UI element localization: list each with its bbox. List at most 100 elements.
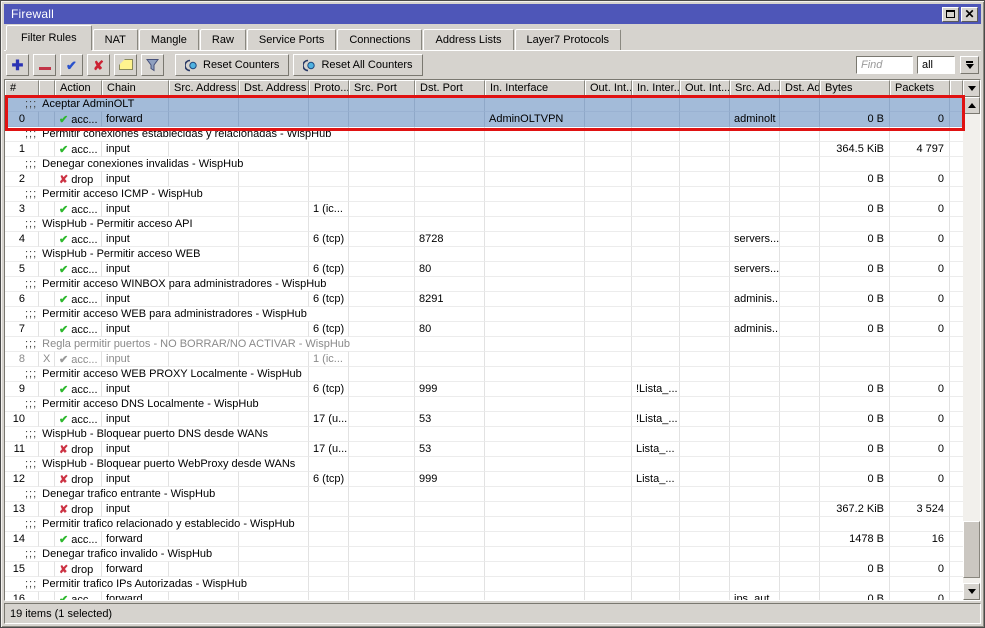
maximize-button[interactable] xyxy=(942,7,959,22)
scroll-down-button[interactable] xyxy=(963,583,980,600)
rule-row[interactable]: 9✔acc...input6 (tcp)999!Lista_...0 B0 xyxy=(5,382,963,397)
close-button[interactable]: ✕ xyxy=(961,7,978,22)
find-input[interactable] xyxy=(856,56,913,74)
column-header-action[interactable]: Action xyxy=(55,80,102,97)
cell-out_int xyxy=(585,547,632,562)
rule-row[interactable]: 7✔acc...input6 (tcp)80adminis...0 B0 xyxy=(5,322,963,337)
reset-all-counters-button[interactable]: Reset All Counters xyxy=(293,54,422,76)
disable-button[interactable]: ✘ xyxy=(87,54,110,76)
filter-scope-select[interactable]: all xyxy=(917,56,955,74)
cell-out_int xyxy=(585,292,632,307)
cell-chain: input xyxy=(102,442,169,457)
comment-row[interactable]: ;;;Denegar conexiones invalidas - WispHu… xyxy=(5,157,963,172)
column-header-src_port[interactable]: Src. Port xyxy=(349,80,415,97)
column-header-dst_address[interactable]: Dst. Address xyxy=(239,80,309,97)
enable-button[interactable]: ✔ xyxy=(60,54,83,76)
comment-row[interactable]: ;;;WispHub - Bloquear puerto WebProxy de… xyxy=(5,457,963,472)
comment-row[interactable]: ;;;Permitir trafico IPs Autorizadas - Wi… xyxy=(5,577,963,592)
tab-connections[interactable]: Connections xyxy=(337,29,422,50)
comment-row[interactable]: ;;;Permitir acceso WINBOX para administr… xyxy=(5,277,963,292)
column-header-dst_ad[interactable]: Dst. Ad... xyxy=(780,80,820,97)
comment-row[interactable]: ;;;Permitir acceso DNS Localmente - Wisp… xyxy=(5,397,963,412)
column-header-in_inter[interactable]: In. Inter... xyxy=(632,80,680,97)
comment-row[interactable]: ;;;WispHub - Bloquear puerto DNS desde W… xyxy=(5,427,963,442)
cell-out_int xyxy=(585,367,632,382)
cell-bytes xyxy=(820,157,890,172)
column-header-bytes[interactable]: Bytes xyxy=(820,80,890,97)
comment-row[interactable]: ;;;WispHub - Permitir acceso API xyxy=(5,217,963,232)
cell-out_int2 xyxy=(680,262,730,277)
column-header-spacer[interactable] xyxy=(950,80,963,97)
rule-row[interactable]: 2✘dropinput0 B0 xyxy=(5,172,963,187)
tab-raw[interactable]: Raw xyxy=(200,29,246,50)
vertical-scrollbar[interactable] xyxy=(963,97,980,600)
cell-bytes xyxy=(820,187,890,202)
rule-row[interactable]: 6✔acc...input6 (tcp)8291adminis...0 B0 xyxy=(5,292,963,307)
rule-row[interactable]: 8X✔acc...input1 (ic... xyxy=(5,352,963,367)
add-button[interactable]: ✚ xyxy=(6,54,29,76)
column-header-in_interface[interactable]: In. Interface xyxy=(485,80,585,97)
cell-dst_ad xyxy=(780,127,820,142)
scroll-up-button[interactable] xyxy=(963,97,980,114)
filter-button[interactable] xyxy=(141,54,164,76)
cell-action: ✘drop xyxy=(55,502,102,517)
cell-out_int2 xyxy=(680,547,730,562)
rule-row[interactable]: 16✔acc...forwardips_aut...0 B0 xyxy=(5,592,963,600)
cell-out_int2 xyxy=(680,502,730,517)
tab-filter-rules[interactable]: Filter Rules xyxy=(6,25,92,50)
rule-row[interactable]: 0✔acc...forwardAdminOLTVPNadminolt0 B0 xyxy=(5,112,963,127)
cell-num: 11 xyxy=(5,442,39,457)
rule-row[interactable]: 15✘dropforward0 B0 xyxy=(5,562,963,577)
column-header-packets[interactable]: Packets xyxy=(890,80,950,97)
filter-scope-dropdown-button[interactable] xyxy=(960,56,979,74)
rule-row[interactable]: 5✔acc...input6 (tcp)80servers...0 B0 xyxy=(5,262,963,277)
cross-icon: ✘ xyxy=(93,58,104,73)
rule-row[interactable]: 12✘dropinput6 (tcp)999Lista_...0 B0 xyxy=(5,472,963,487)
comment-button[interactable] xyxy=(114,54,137,76)
cell-proto: 1 (ic... xyxy=(309,352,349,367)
column-header-src_ad[interactable]: Src. Ad... xyxy=(730,80,780,97)
scrollbar-thumb[interactable] xyxy=(963,521,980,578)
comment-row[interactable]: ;;;Denegar trafico entrante - WispHub xyxy=(5,487,963,502)
cell-out_int xyxy=(585,97,632,112)
comment-row[interactable]: ;;;WispHub - Permitir acceso WEB xyxy=(5,247,963,262)
comment-row[interactable]: ;;;Denegar trafico invalido - WispHub xyxy=(5,547,963,562)
tab-nat[interactable]: NAT xyxy=(93,29,138,50)
comment-row[interactable]: ;;;Permitir acceso WEB para administrado… xyxy=(5,307,963,322)
comment-row[interactable]: ;;;Permitir acceso WEB PROXY Localmente … xyxy=(5,367,963,382)
comment-prefix: ;;; xyxy=(25,578,37,590)
column-header-chain[interactable]: Chain xyxy=(102,80,169,97)
cell-src_port xyxy=(349,307,415,322)
comment-row[interactable]: ;;;Aceptar AdminOLT xyxy=(5,97,963,112)
tab-layer7-protocols[interactable]: Layer7 Protocols xyxy=(515,29,622,50)
titlebar[interactable]: Firewall ✕ xyxy=(4,4,981,24)
comment-row[interactable]: ;;;Regla permitir puertos - NO BORRAR/NO… xyxy=(5,337,963,352)
tab-address-lists[interactable]: Address Lists xyxy=(423,29,513,50)
cell-flags xyxy=(39,562,55,577)
rule-row[interactable]: 3✔acc...input1 (ic...0 B0 xyxy=(5,202,963,217)
cell-dst_address xyxy=(239,562,309,577)
column-header-out_int[interactable]: Out. Int... xyxy=(585,80,632,97)
tab-mangle[interactable]: Mangle xyxy=(139,29,199,50)
rule-row[interactable]: 13✘dropinput367.2 KiB3 524 xyxy=(5,502,963,517)
comment-row[interactable]: ;;;Permitir acceso ICMP - WispHub xyxy=(5,187,963,202)
comment-row[interactable]: ;;;Permitir trafico relacionado y establ… xyxy=(5,517,963,532)
rule-row[interactable]: 11✘dropinput17 (u...53Lista_...0 B0 xyxy=(5,442,963,457)
column-header-out_int2[interactable]: Out. Int... xyxy=(680,80,730,97)
rule-row[interactable]: 4✔acc...input6 (tcp)8728servers...0 B0 xyxy=(5,232,963,247)
rule-row[interactable]: 10✔acc...input17 (u...53!Lista_...0 B0 xyxy=(5,412,963,427)
cell-in_interface xyxy=(485,577,585,592)
cell-out_int2 xyxy=(680,202,730,217)
rule-row[interactable]: 1✔acc...input364.5 KiB4 797 xyxy=(5,142,963,157)
comment-row[interactable]: ;;;Permitir conexiones establecidas y re… xyxy=(5,127,963,142)
column-header-proto[interactable]: Proto... xyxy=(309,80,349,97)
column-header-num[interactable]: # xyxy=(5,80,39,97)
reset-counters-button[interactable]: Reset Counters xyxy=(175,54,289,76)
column-select-button[interactable] xyxy=(963,80,980,97)
remove-button[interactable] xyxy=(33,54,56,76)
column-header-dst_port[interactable]: Dst. Port xyxy=(415,80,485,97)
rule-row[interactable]: 14✔acc...forward1478 B16 xyxy=(5,532,963,547)
column-header-flags[interactable] xyxy=(39,80,55,97)
column-header-src_address[interactable]: Src. Address xyxy=(169,80,239,97)
tab-service-ports[interactable]: Service Ports xyxy=(247,29,336,50)
